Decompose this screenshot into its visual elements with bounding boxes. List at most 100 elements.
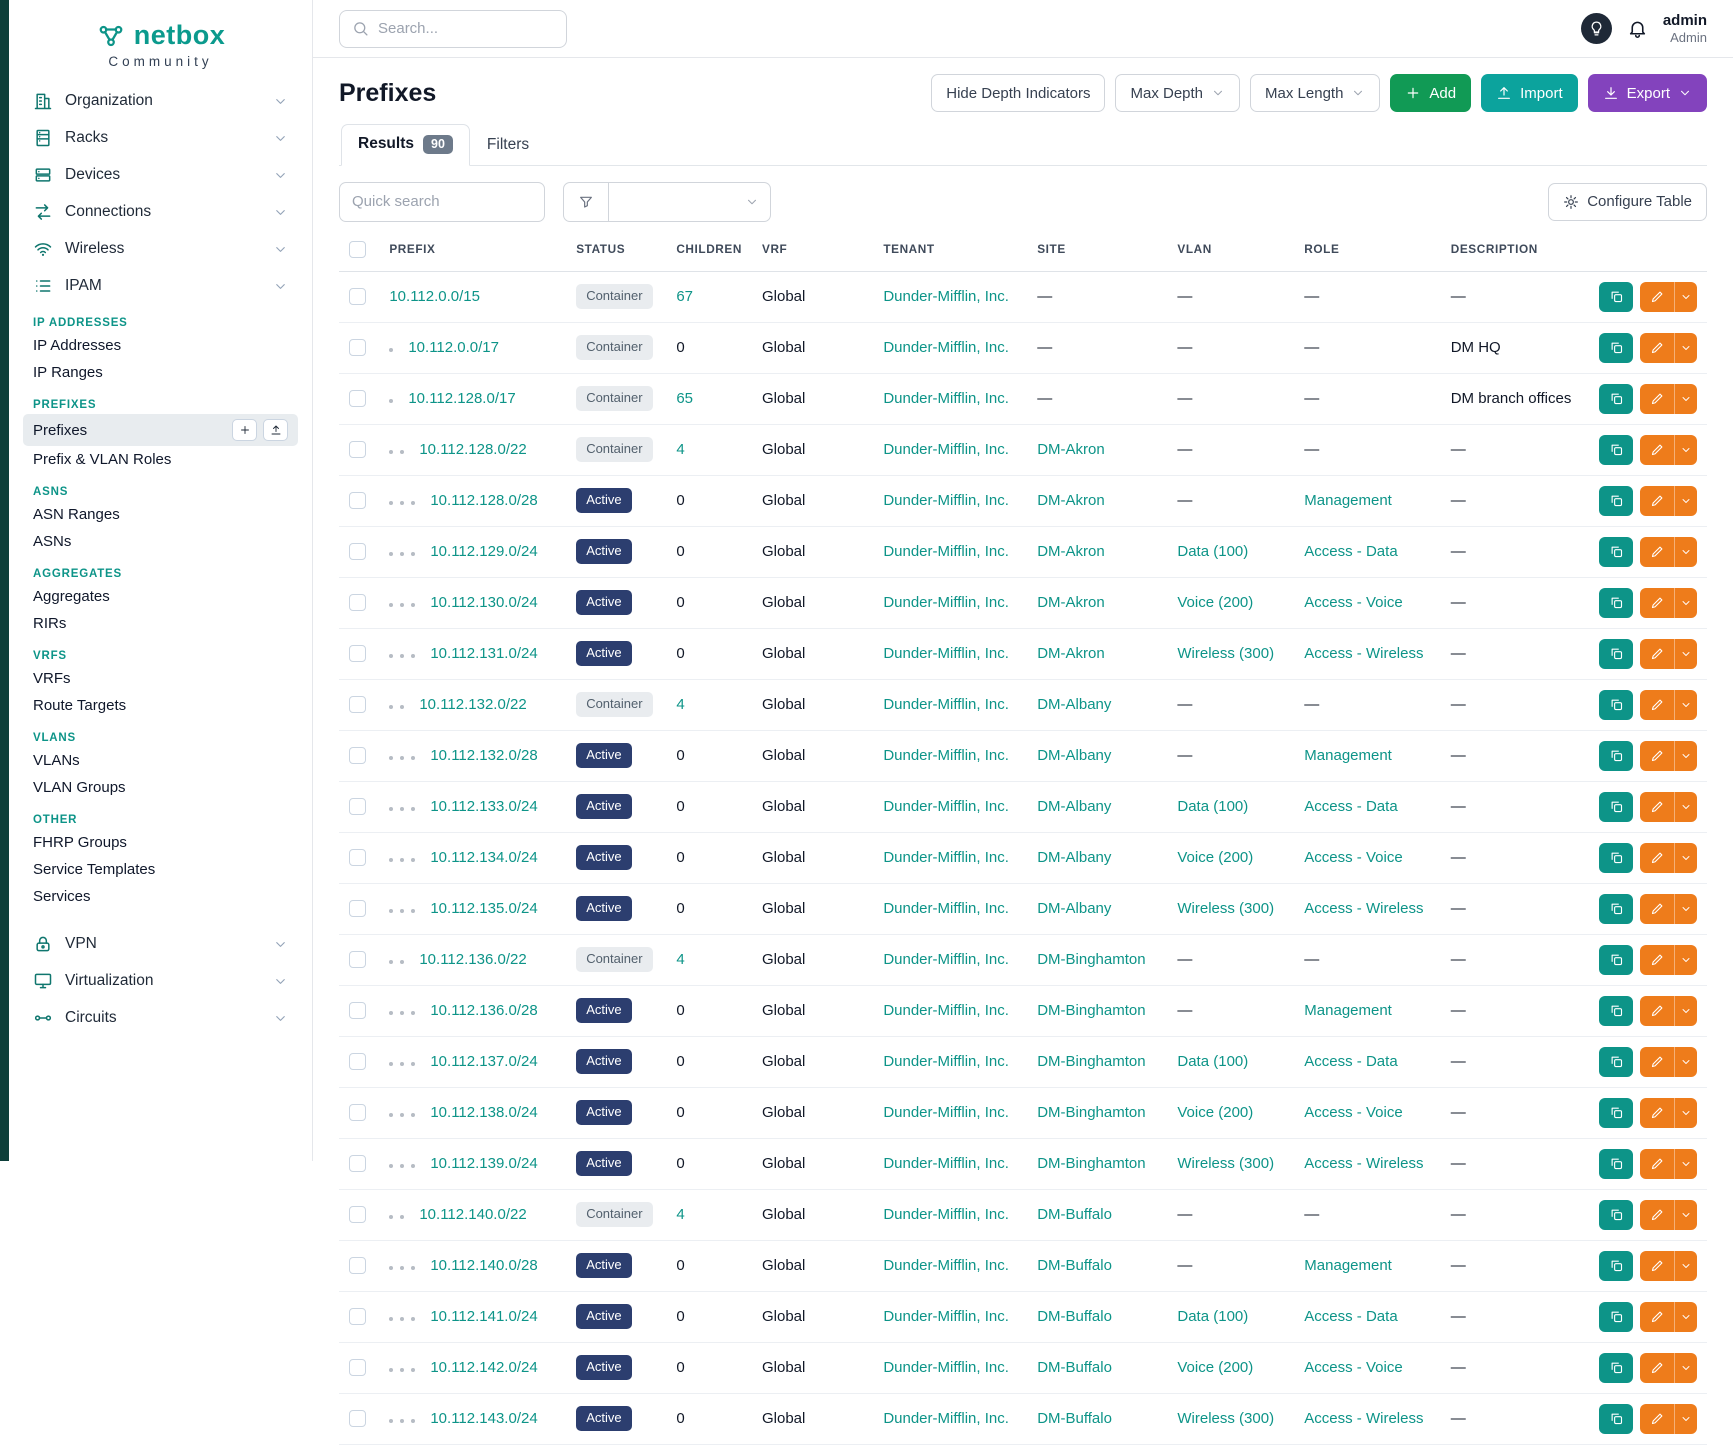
row-checkbox[interactable] [349, 1155, 366, 1172]
edit-button[interactable] [1640, 690, 1674, 720]
edit-dropdown-button[interactable] [1674, 1200, 1697, 1230]
sidebar-quick-add-button[interactable] [232, 419, 257, 441]
row-checkbox[interactable] [349, 747, 366, 764]
edit-button[interactable] [1640, 1098, 1674, 1128]
row-checkbox[interactable] [349, 594, 366, 611]
max-length-dropdown[interactable]: Max Length [1250, 74, 1380, 112]
row-checkbox[interactable] [349, 1053, 366, 1070]
children-count-link[interactable]: 4 [676, 1206, 684, 1223]
edit-dropdown-button[interactable] [1674, 843, 1697, 873]
sidebar-item-racks[interactable]: Racks [23, 120, 298, 156]
tenant-link[interactable]: Dunder-Mifflin, Inc. [883, 798, 1009, 815]
clone-button[interactable] [1599, 588, 1633, 618]
clone-button[interactable] [1599, 741, 1633, 771]
vlan-link[interactable]: Voice (200) [1177, 1104, 1253, 1121]
edit-button[interactable] [1640, 741, 1674, 771]
edit-dropdown-button[interactable] [1674, 741, 1697, 771]
vlan-link[interactable]: Voice (200) [1177, 849, 1253, 866]
row-checkbox[interactable] [349, 645, 366, 662]
edit-dropdown-button[interactable] [1674, 945, 1697, 975]
tenant-link[interactable]: Dunder-Mifflin, Inc. [883, 492, 1009, 509]
prefix-link[interactable]: 10.112.141.0/24 [430, 1308, 537, 1325]
sidebar-item-asn-ranges[interactable]: ASN Ranges [23, 501, 298, 528]
prefix-link[interactable]: 10.112.140.0/22 [419, 1206, 526, 1223]
saved-filter-select[interactable] [609, 182, 771, 222]
site-link[interactable]: DM-Akron [1037, 543, 1105, 560]
vlan-link[interactable]: Data (100) [1177, 1308, 1248, 1325]
tab-filters[interactable]: Filters [470, 124, 546, 166]
sidebar-item-devices[interactable]: Devices [23, 157, 298, 193]
row-checkbox[interactable] [349, 798, 366, 815]
role-link[interactable]: Access - Data [1304, 1053, 1397, 1070]
row-checkbox[interactable] [349, 1002, 366, 1019]
site-link[interactable]: DM-Binghamton [1037, 1002, 1145, 1019]
clone-button[interactable] [1599, 639, 1633, 669]
edit-button[interactable] [1640, 333, 1674, 363]
role-link[interactable]: Access - Data [1304, 798, 1397, 815]
edit-dropdown-button[interactable] [1674, 639, 1697, 669]
clone-button[interactable] [1599, 1149, 1633, 1179]
edit-dropdown-button[interactable] [1674, 1404, 1697, 1434]
site-link[interactable]: DM-Buffalo [1037, 1308, 1112, 1325]
sidebar-item-asns[interactable]: ASNs [23, 528, 298, 555]
prefix-link[interactable]: 10.112.131.0/24 [430, 645, 537, 662]
sidebar-item-organization[interactable]: Organization [23, 83, 298, 119]
tenant-link[interactable]: Dunder-Mifflin, Inc. [883, 1002, 1009, 1019]
prefix-link[interactable]: 10.112.130.0/24 [430, 594, 537, 611]
tenant-link[interactable]: Dunder-Mifflin, Inc. [883, 900, 1009, 917]
role-link[interactable]: Access - Voice [1304, 849, 1402, 866]
prefix-link[interactable]: 10.112.132.0/22 [419, 696, 526, 713]
sidebar-item-ipam[interactable]: IPAM [23, 268, 298, 304]
tab-results[interactable]: Results 90 [341, 124, 470, 166]
prefix-link[interactable]: 10.112.132.0/28 [430, 747, 537, 764]
site-link[interactable]: DM-Albany [1037, 798, 1111, 815]
sidebar-item-ip-ranges[interactable]: IP Ranges [23, 359, 298, 386]
edit-dropdown-button[interactable] [1674, 894, 1697, 924]
tenant-link[interactable]: Dunder-Mifflin, Inc. [883, 1410, 1009, 1427]
edit-button[interactable] [1640, 588, 1674, 618]
sidebar-item-route-targets[interactable]: Route Targets [23, 692, 298, 719]
edit-button[interactable] [1640, 435, 1674, 465]
site-link[interactable]: DM-Binghamton [1037, 951, 1145, 968]
edit-dropdown-button[interactable] [1674, 792, 1697, 822]
clone-button[interactable] [1599, 1353, 1633, 1383]
edit-button[interactable] [1640, 894, 1674, 924]
prefix-link[interactable]: 10.112.0.0/15 [389, 288, 480, 305]
role-link[interactable]: Access - Data [1304, 1308, 1397, 1325]
row-checkbox[interactable] [349, 1410, 366, 1427]
vlan-link[interactable]: Wireless (300) [1177, 645, 1274, 662]
tenant-link[interactable]: Dunder-Mifflin, Inc. [883, 441, 1009, 458]
column-header-role[interactable]: ROLE [1294, 228, 1440, 272]
site-link[interactable]: DM-Binghamton [1037, 1053, 1145, 1070]
prefix-link[interactable]: 10.112.133.0/24 [430, 798, 537, 815]
prefix-link[interactable]: 10.112.128.0/22 [419, 441, 526, 458]
filter-button[interactable] [563, 182, 609, 222]
sidebar-item-vrfs[interactable]: VRFs [23, 665, 298, 692]
netbox-logo[interactable]: netbox Community [23, 14, 298, 83]
user-menu[interactable]: admin Admin [1663, 12, 1707, 46]
clone-button[interactable] [1599, 384, 1633, 414]
tenant-link[interactable]: Dunder-Mifflin, Inc. [883, 543, 1009, 560]
edit-button[interactable] [1640, 282, 1674, 312]
import-button[interactable]: Import [1481, 74, 1578, 112]
prefix-link[interactable]: 10.112.128.0/28 [430, 492, 537, 509]
prefix-link[interactable]: 10.112.134.0/24 [430, 849, 537, 866]
edit-dropdown-button[interactable] [1674, 1353, 1697, 1383]
row-checkbox[interactable] [349, 492, 366, 509]
site-link[interactable]: DM-Albany [1037, 900, 1111, 917]
prefix-link[interactable]: 10.112.142.0/24 [430, 1359, 537, 1376]
sidebar-quick-import-button[interactable] [263, 419, 288, 441]
prefix-link[interactable]: 10.112.136.0/28 [430, 1002, 537, 1019]
sidebar-item-vlans[interactable]: VLANs [23, 747, 298, 774]
clone-button[interactable] [1599, 435, 1633, 465]
tenant-link[interactable]: Dunder-Mifflin, Inc. [883, 645, 1009, 662]
theme-toggle-button[interactable] [1581, 13, 1612, 44]
edit-dropdown-button[interactable] [1674, 1302, 1697, 1332]
edit-button[interactable] [1640, 1200, 1674, 1230]
site-link[interactable]: DM-Binghamton [1037, 1155, 1145, 1172]
tenant-link[interactable]: Dunder-Mifflin, Inc. [883, 951, 1009, 968]
role-link[interactable]: Access - Wireless [1304, 900, 1423, 917]
sidebar-item-prefixes[interactable]: Prefixes [23, 414, 298, 446]
edit-dropdown-button[interactable] [1674, 1047, 1697, 1077]
tenant-link[interactable]: Dunder-Mifflin, Inc. [883, 339, 1009, 356]
